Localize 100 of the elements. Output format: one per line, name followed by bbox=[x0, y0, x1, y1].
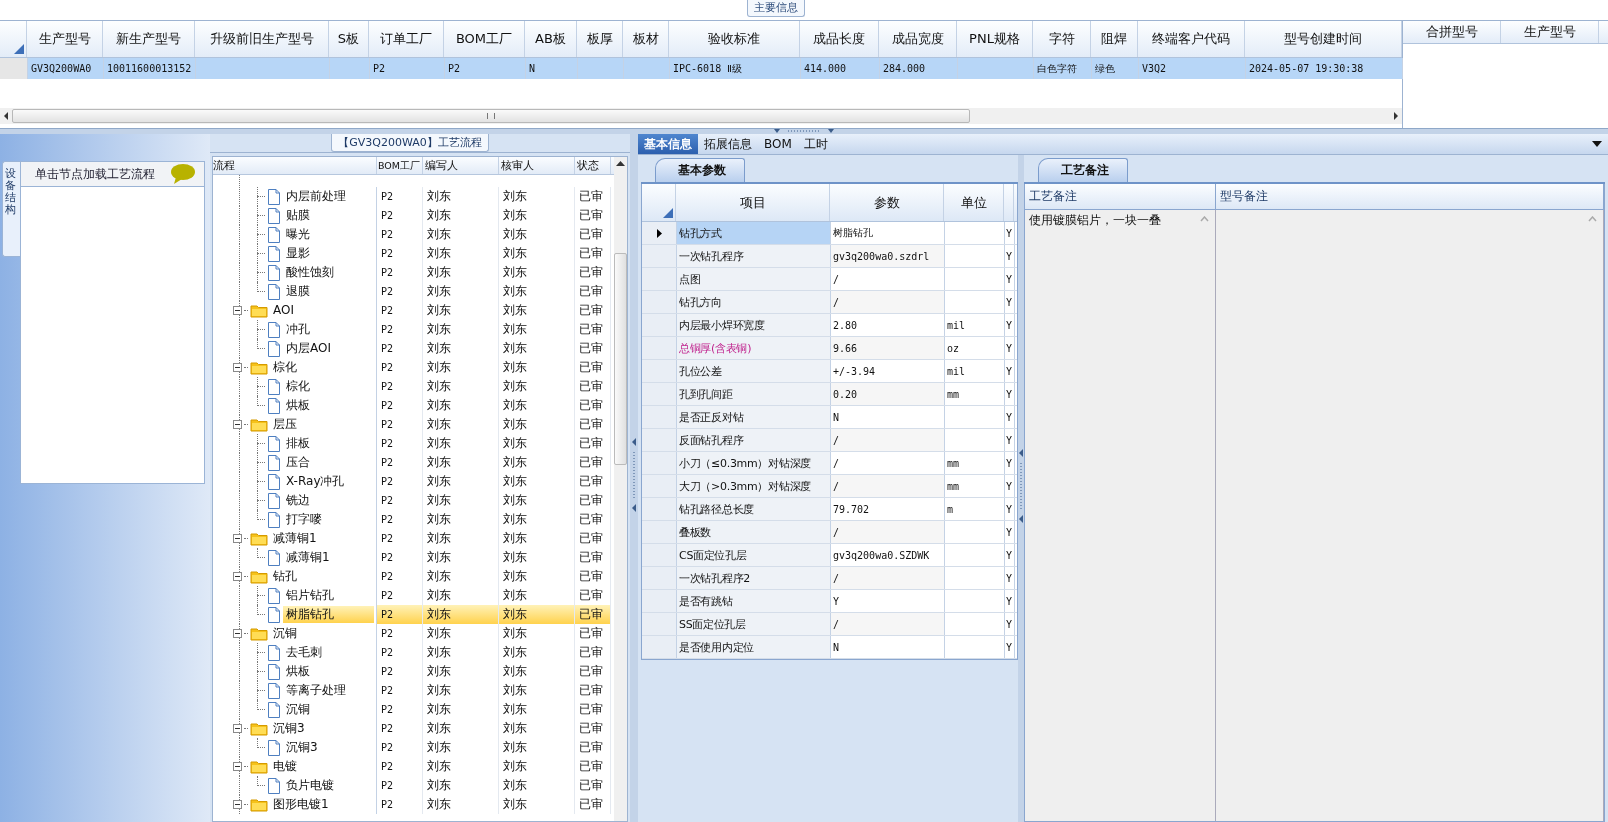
column-header[interactable]: PNL规格 bbox=[957, 21, 1033, 57]
table-row[interactable]: GV3Q200WA0 10011600013152 P2 P2 N IPC-6018 Ⅱ级 414.000 284.000 白色字符 绿色 V3Q2 2024-05-07 19:30:38 bbox=[0, 58, 1402, 79]
document-icon bbox=[267, 549, 281, 566]
tree-node[interactable]: 电镀 bbox=[270, 758, 300, 775]
parameter-value: / bbox=[833, 457, 840, 469]
column-header[interactable]: BOM工厂 bbox=[377, 157, 423, 174]
tree-node[interactable]: 显影 bbox=[283, 245, 313, 262]
collapse-icon[interactable] bbox=[233, 420, 242, 429]
collapse-icon[interactable] bbox=[233, 572, 242, 581]
tree-node[interactable]: 内层AOI bbox=[283, 340, 334, 357]
tree-node[interactable]: 去毛刺 bbox=[283, 644, 325, 661]
tree-node[interactable]: 图形电镀1 bbox=[270, 796, 332, 813]
tree-node[interactable]: 铝片钻孔 bbox=[283, 587, 337, 604]
note-field[interactable] bbox=[1216, 210, 1604, 821]
column-header[interactable]: 阻焊 bbox=[1091, 21, 1138, 57]
table-cell: 刘东 bbox=[503, 568, 527, 585]
tree-node[interactable]: 曝光 bbox=[283, 226, 313, 243]
note-field[interactable]: 使用镀膜铝片，一块一叠 bbox=[1025, 210, 1216, 821]
collapse-icon[interactable] bbox=[233, 629, 242, 638]
column-header[interactable]: 单位 bbox=[944, 184, 1004, 221]
tab[interactable]: 拓展信息 bbox=[698, 134, 758, 154]
tab[interactable]: BOM bbox=[758, 134, 798, 154]
tree-node[interactable]: 钻孔 bbox=[270, 568, 300, 585]
tree-node[interactable]: 贴膜 bbox=[283, 207, 313, 224]
hint-text: 单击节点加载工艺流程 bbox=[35, 165, 155, 183]
collapse-icon[interactable] bbox=[233, 800, 242, 809]
tree-node[interactable]: 铣边 bbox=[283, 492, 313, 509]
column-header[interactable]: 成品宽度 bbox=[879, 21, 957, 57]
column-header[interactable]: AB板 bbox=[525, 21, 577, 57]
tree-node[interactable]: 沉铜3 bbox=[283, 739, 321, 756]
table-cell: 刘东 bbox=[503, 435, 527, 452]
tree-node[interactable]: 减薄铜1 bbox=[283, 549, 333, 566]
tree-node[interactable]: 棕化 bbox=[270, 359, 300, 376]
table-cell: V3Q2 bbox=[1142, 63, 1167, 74]
column-header[interactable]: 生产型号 bbox=[1501, 21, 1599, 43]
parameter-value: / bbox=[833, 296, 840, 308]
column-header[interactable]: 升级前旧生产型号 bbox=[195, 21, 329, 57]
sub-tab[interactable]: 工艺备注 bbox=[1038, 158, 1128, 182]
column-header[interactable]: 新生产型号 bbox=[103, 21, 195, 57]
parameter-value: Y bbox=[833, 595, 840, 607]
column-header[interactable]: 状态 bbox=[575, 157, 611, 174]
dropdown-icon[interactable] bbox=[1592, 141, 1602, 147]
tree-node[interactable]: 负片电镀 bbox=[283, 777, 337, 794]
column-header[interactable]: 订单工厂 bbox=[369, 21, 444, 57]
column-header[interactable]: BOM工厂 bbox=[444, 21, 525, 57]
tab[interactable]: 基本信息 bbox=[638, 134, 698, 154]
row-header[interactable] bbox=[642, 222, 677, 244]
tree-node[interactable]: 层压 bbox=[270, 416, 300, 433]
table-cell: P2 bbox=[381, 799, 394, 810]
column-header[interactable]: 项目 bbox=[676, 184, 830, 221]
tree-node[interactable]: 烘板 bbox=[283, 663, 313, 680]
tree-node[interactable]: 内层前处理 bbox=[283, 188, 349, 205]
tree-node[interactable]: 减薄铜1 bbox=[270, 530, 320, 547]
collapse-icon[interactable] bbox=[233, 363, 242, 372]
column-header[interactable]: 板厚 bbox=[577, 21, 623, 57]
tree-node[interactable]: 树脂钻孔 bbox=[283, 606, 374, 623]
horizontal-scrollbar[interactable] bbox=[0, 108, 1402, 124]
document-icon bbox=[267, 283, 281, 300]
tree-node[interactable]: X-Ray冲孔 bbox=[283, 473, 348, 490]
tree-node[interactable]: 冲孔 bbox=[283, 321, 313, 338]
column-header[interactable]: 合拼型号 bbox=[1403, 21, 1501, 43]
tree-node[interactable]: AOI bbox=[270, 302, 297, 319]
table-cell: 已审 bbox=[579, 568, 603, 585]
column-header[interactable]: 验收标准 bbox=[669, 21, 800, 57]
side-tab[interactable]: 设备结构 bbox=[2, 161, 20, 258]
tree-node[interactable]: 等离子处理 bbox=[283, 682, 349, 699]
column-header[interactable]: 成品长度 bbox=[800, 21, 879, 57]
tree-node[interactable]: 退膜 bbox=[283, 283, 313, 300]
column-header[interactable]: 核审人 bbox=[499, 157, 575, 174]
tab[interactable]: 工时 bbox=[797, 134, 834, 154]
tree-node[interactable]: 压合 bbox=[283, 454, 313, 471]
tree-node[interactable]: 沉铜3 bbox=[270, 720, 308, 737]
tree-node[interactable]: 烘板 bbox=[283, 397, 313, 414]
scroll-up-icon[interactable] bbox=[616, 159, 625, 167]
column-header[interactable]: 生产型号 bbox=[27, 21, 103, 57]
collapse-icon[interactable] bbox=[233, 762, 242, 771]
column-header[interactable]: S板 bbox=[329, 21, 369, 57]
column-header[interactable]: 流程 bbox=[213, 157, 377, 174]
folder-icon bbox=[250, 303, 268, 318]
table-cell: 已审 bbox=[579, 625, 603, 642]
column-header[interactable]: 字符 bbox=[1033, 21, 1091, 57]
vertical-scrollbar[interactable] bbox=[614, 157, 627, 821]
table-cell: 刘东 bbox=[503, 739, 527, 756]
sub-tab[interactable]: 基本参数 bbox=[655, 158, 745, 182]
table-cell: P2 bbox=[381, 400, 394, 411]
tree-node[interactable]: 酸性蚀刻 bbox=[283, 264, 337, 281]
column-header[interactable]: 编写人 bbox=[423, 157, 499, 174]
column-header[interactable]: 型号创建时间 bbox=[1245, 21, 1402, 57]
tree-node[interactable]: 棕化 bbox=[283, 378, 313, 395]
column-header[interactable]: 终端客户代码 bbox=[1138, 21, 1245, 57]
tree-node[interactable]: 沉铜 bbox=[283, 701, 313, 718]
collapse-icon[interactable] bbox=[233, 534, 242, 543]
column-header[interactable]: 板材 bbox=[623, 21, 669, 57]
tree-node[interactable]: 沉铜 bbox=[270, 625, 300, 642]
tree-node[interactable]: 排板 bbox=[283, 435, 313, 452]
tree-node[interactable]: 打字嘜 bbox=[283, 511, 325, 528]
table-cell: 刘东 bbox=[503, 245, 527, 262]
collapse-icon[interactable] bbox=[233, 306, 242, 315]
collapse-icon[interactable] bbox=[233, 724, 242, 733]
column-header[interactable]: 参数 bbox=[830, 184, 944, 221]
